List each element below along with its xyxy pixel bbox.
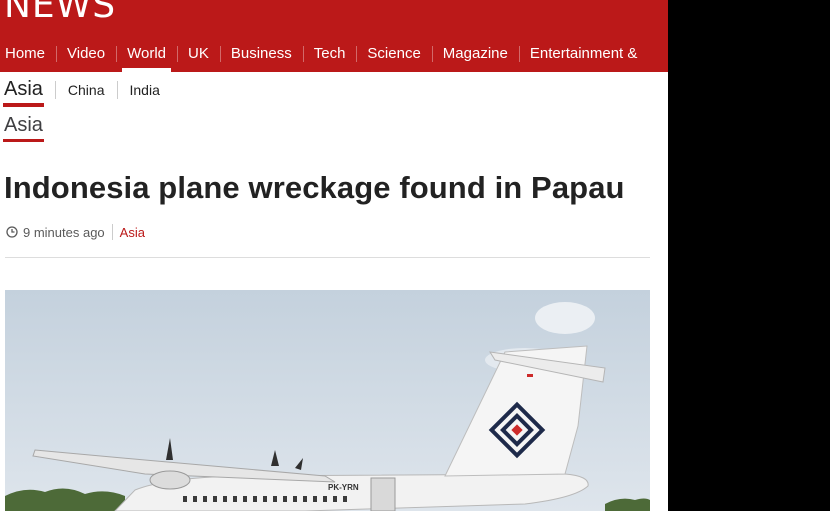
subnav-item-india[interactable]: India — [118, 82, 172, 98]
section-label[interactable]: Asia — [3, 114, 44, 142]
subnav-current-asia[interactable]: Asia — [3, 78, 44, 107]
divider-line — [5, 257, 650, 258]
nav-item-entertainment-arts[interactable]: Entertainment & Arts — [518, 36, 668, 98]
nav-item-magazine[interactable]: Magazine — [431, 36, 519, 72]
nav-item-video[interactable]: Video — [56, 36, 116, 72]
article-section-link[interactable]: Asia — [120, 225, 145, 240]
nav-item-world[interactable]: World — [116, 36, 177, 72]
article-hero-image: PK-YRN — [5, 290, 650, 511]
window-blank-area — [668, 0, 830, 511]
plane-photo: PK-YRN — [5, 290, 650, 511]
nav-item-uk[interactable]: UK — [177, 36, 220, 72]
browser-viewport: NEWS Home Video World UK Business Tech S… — [0, 0, 668, 511]
plane-registration: PK-YRN — [328, 483, 359, 492]
article-timestamp: 9 minutes ago — [23, 224, 105, 240]
clock-icon — [6, 226, 18, 238]
article-headline: Indonesia plane wreckage found in Papau — [4, 170, 625, 205]
nav-item-home[interactable]: Home — [0, 36, 56, 72]
article-meta: 9 minutes ago Asia — [6, 224, 145, 240]
masthead: NEWS Home Video World UK Business Tech S… — [0, 0, 668, 98]
nav-item-business[interactable]: Business — [219, 36, 303, 72]
nav-item-science[interactable]: Science — [356, 36, 431, 72]
primary-nav: Home Video World UK Business Tech Scienc… — [0, 36, 668, 98]
nav-item-tech[interactable]: Tech — [302, 36, 357, 72]
subnav-item-china[interactable]: China — [56, 82, 117, 98]
secondary-nav: Asia China India — [0, 72, 668, 108]
meta-divider — [111, 224, 113, 240]
news-logo[interactable]: NEWS — [4, 0, 116, 24]
